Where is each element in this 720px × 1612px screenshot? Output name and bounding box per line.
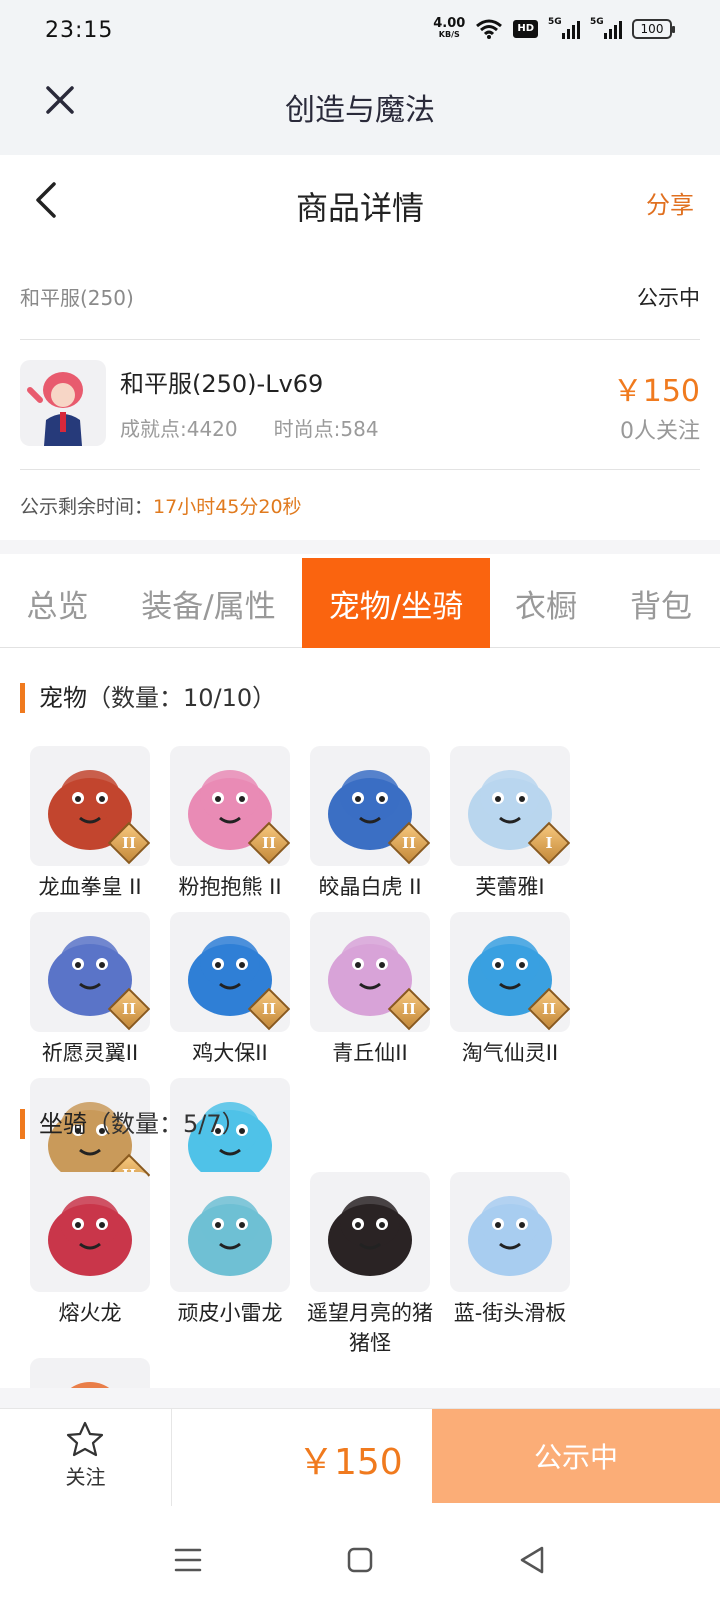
pets-thumbnail: II (310, 746, 430, 866)
pets-item[interactable]: II 青丘仙II (300, 912, 440, 1078)
mounts-name: 熔火龙 (58, 1301, 122, 1325)
countdown-label: 公示剩余时间： (20, 496, 154, 518)
pets-name: 祈愿灵翼II (41, 1041, 139, 1065)
divider (0, 1388, 720, 1408)
publicity-button[interactable]: 公示中 (432, 1409, 720, 1503)
server-row: 和平服(250) 公示中 (20, 268, 700, 340)
pets-name: 鸡大保II (192, 1041, 268, 1065)
back-icon[interactable] (512, 1540, 552, 1580)
status-label: 公示中 (637, 286, 700, 310)
net-speed-unit: KB/S (438, 30, 460, 39)
net-speed: 4.00 KB/S (433, 16, 466, 40)
tab-backpack[interactable]: 背包 (602, 558, 720, 648)
status-bar: 23:15 4.00 KB/S HD 5G 5G 100 (0, 0, 720, 60)
share-button[interactable]: 分享 (646, 185, 694, 220)
mounts-item[interactable]: 顽皮小雷龙 (160, 1172, 300, 1358)
item-name: 和平服(250)-Lv69 (120, 370, 324, 398)
item-price: ￥150 (612, 374, 700, 409)
mounts-item[interactable]: 蓝-街头滑板 (440, 1172, 580, 1358)
follow-label: 关注 (65, 1465, 106, 1489)
character-avatar (20, 360, 106, 446)
tab-overview[interactable]: 总览 (0, 558, 115, 648)
divider (0, 540, 720, 554)
item-summary: 和平服(250)-Lv69 成就点:4420 时尚点:584 ￥150 0人关注 (20, 340, 700, 470)
pets-thumbnail: II (310, 912, 430, 1032)
pets-item[interactable]: II 皎晶白虎 II (300, 746, 440, 912)
server-name: 和平服(250) (20, 286, 134, 310)
pets-thumbnail: II (170, 746, 290, 866)
net-speed-value: 4.00 (433, 16, 466, 31)
mounts-name: 遥望月亮的猪猪怪 (307, 1301, 433, 1355)
follower-count: 0人关注 (620, 419, 700, 444)
pets-name: 青丘仙II (332, 1041, 408, 1065)
pets-item[interactable]: II 祈愿灵翼II (20, 912, 160, 1078)
pets-name: 皎晶白虎 II (318, 875, 422, 899)
tab-bar: 总览 装备/属性 宠物/坐骑 衣橱 背包 (0, 558, 720, 648)
mounts-item[interactable]: 遥望月亮的猪猪怪 (300, 1172, 440, 1358)
wifi-icon (476, 19, 503, 39)
bottom-price: ￥150 (298, 1442, 403, 1483)
signal-label-1: 5G (548, 17, 562, 27)
page-title: 商品详情 (295, 189, 424, 227)
pets-item[interactable]: I 芙蕾雅I (440, 746, 580, 912)
mounts-title: 坐骑 (39, 1110, 87, 1138)
pets-thumbnail: I (450, 746, 570, 866)
mounts-thumbnail (30, 1172, 150, 1292)
countdown-row: 公示剩余时间：17小时45分20秒 (20, 492, 302, 519)
status-icons: 4.00 KB/S HD 5G 5G 100 (433, 16, 675, 40)
bottom-action-bar: 关注 ￥150 公示中 (0, 1408, 720, 1507)
signal-icon-2: 5G (590, 17, 622, 39)
tab-equipment[interactable]: 装备/属性 (115, 558, 302, 648)
pets-title: 宠物 (39, 684, 87, 712)
pets-thumbnail: II (450, 912, 570, 1032)
mounts-count: （数量：5/7） (87, 1110, 246, 1138)
pets-thumbnail: II (170, 912, 290, 1032)
pets-item[interactable]: II 龙血拳皇 II (20, 746, 160, 912)
pets-item[interactable]: II 鸡大保II (160, 912, 300, 1078)
app-header: 创造与魔法 (0, 60, 720, 155)
pets-name: 芙蕾雅I (475, 875, 545, 899)
page-header: 商品详情 分享 (0, 155, 720, 250)
pets-item[interactable]: II 粉抱抱熊 II (160, 746, 300, 912)
menu-icon[interactable] (168, 1540, 208, 1580)
signal-label-2: 5G (590, 17, 604, 27)
battery-icon: 100 (632, 19, 675, 39)
home-icon[interactable] (340, 1540, 380, 1580)
status-time: 23:15 (45, 18, 114, 43)
mounts-section-title: 坐骑（数量：5/7） (20, 1109, 246, 1139)
tab-wardrobe[interactable]: 衣橱 (490, 558, 602, 648)
system-nav-bar (0, 1506, 720, 1612)
mounts-name: 蓝-街头滑板 (453, 1301, 567, 1325)
item-stats: 成就点:4420 时尚点:584 (120, 413, 379, 442)
mounts-thumbnail (170, 1172, 290, 1292)
app-title: 创造与魔法 (285, 93, 435, 128)
pets-section-title: 宠物（数量：10/10） (20, 683, 276, 713)
fashion-points: 时尚点:584 (273, 417, 379, 441)
pets-grid: II 龙血拳皇 II II 粉抱抱熊 II II 皎晶白虎 II I 芙蕾雅I II 祈愿灵翼II… (20, 746, 710, 1244)
follow-button[interactable]: 关注 (0, 1409, 172, 1507)
mounts-thumbnail (450, 1172, 570, 1292)
countdown-value: 17小时45分20秒 (153, 496, 302, 518)
signal-icon-1: 5G (548, 17, 580, 39)
pets-name: 粉抱抱熊 II (178, 875, 282, 899)
pets-count: （数量：10/10） (87, 684, 277, 712)
mounts-item[interactable]: 熔火龙 (20, 1172, 160, 1358)
mounts-name: 顽皮小雷龙 (177, 1301, 283, 1325)
pets-thumbnail: II (30, 912, 150, 1032)
pets-name: 龙血拳皇 II (38, 875, 142, 899)
hd-icon: HD (513, 20, 538, 38)
pets-item[interactable]: II 淘气仙灵II (440, 912, 580, 1078)
mounts-thumbnail (310, 1172, 430, 1292)
pets-thumbnail: II (30, 746, 150, 866)
pets-name: 淘气仙灵II (461, 1041, 559, 1065)
star-icon (66, 1421, 104, 1457)
achievement-points: 成就点:4420 (120, 417, 238, 441)
tab-pets-mounts[interactable]: 宠物/坐骑 (302, 558, 490, 648)
